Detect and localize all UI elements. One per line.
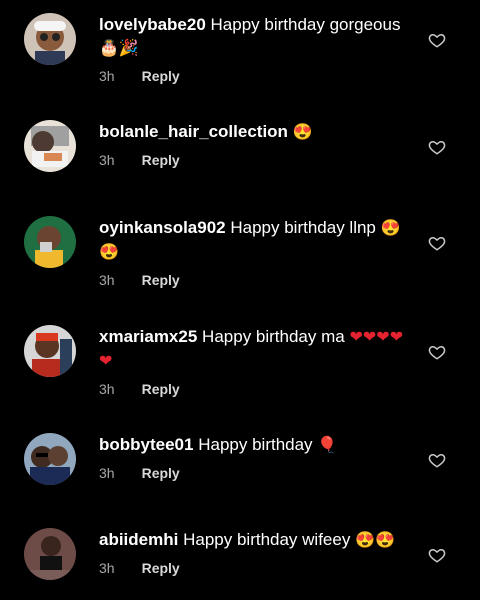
comment-emoji: 🎂🎉	[99, 40, 139, 57]
heart-outline-icon[interactable]	[428, 138, 446, 156]
comment-emoji: 😍	[292, 124, 313, 141]
avatar[interactable]	[24, 13, 76, 65]
heart-outline-icon[interactable]	[428, 343, 446, 361]
comment-text: lovelybabe20 Happy birthday gorgeous 🎂🎉	[99, 13, 404, 60]
comment-username[interactable]: xmariamx25	[99, 327, 197, 346]
comment-meta: 3h Reply	[99, 152, 404, 168]
comment-message: Happy birthday	[198, 435, 313, 454]
comment-username[interactable]: bobbytee01	[99, 435, 193, 454]
reply-button[interactable]: Reply	[142, 381, 180, 397]
avatar[interactable]	[24, 325, 76, 377]
reply-button[interactable]: Reply	[142, 465, 180, 481]
comment-text: oyinkansola902 Happy birthday llnp 😍😍	[99, 216, 404, 264]
avatar[interactable]	[24, 433, 76, 485]
comment-username[interactable]: lovelybabe20	[99, 15, 206, 34]
comment-message: Happy birthday ma	[202, 327, 345, 346]
comment-emoji: 😍😍	[355, 532, 395, 549]
comment-meta: 3h Reply	[99, 272, 404, 288]
avatar[interactable]	[24, 528, 76, 580]
comment-message: Happy birthday llnp	[230, 218, 376, 237]
comment-meta: 3h Reply	[99, 560, 404, 576]
comment-time: 3h	[99, 152, 115, 168]
heart-outline-icon[interactable]	[428, 451, 446, 469]
comment-time: 3h	[99, 68, 115, 84]
comment-meta: 3h Reply	[99, 68, 404, 84]
reply-button[interactable]: Reply	[142, 272, 180, 288]
comment-username[interactable]: bolanle_hair_collection	[99, 122, 288, 141]
comment-emoji: 🎈	[317, 437, 338, 454]
comment-meta: 3h Reply	[99, 381, 404, 397]
avatar[interactable]	[24, 120, 76, 172]
comment-time: 3h	[99, 560, 115, 576]
reply-button[interactable]: Reply	[142, 560, 180, 576]
comment-meta: 3h Reply	[99, 465, 404, 481]
comment-text: abiidemhi Happy birthday wifeey 😍😍	[99, 528, 404, 552]
reply-button[interactable]: Reply	[142, 68, 180, 84]
comment-username[interactable]: abiidemhi	[99, 530, 178, 549]
avatar[interactable]	[24, 216, 76, 268]
comment-time: 3h	[99, 465, 115, 481]
comment-text: xmariamx25 Happy birthday ma ❤❤❤❤❤	[99, 325, 404, 373]
comment-username[interactable]: oyinkansola902	[99, 218, 226, 237]
heart-outline-icon[interactable]	[428, 234, 446, 252]
heart-outline-icon[interactable]	[428, 546, 446, 564]
comment-time: 3h	[99, 381, 115, 397]
heart-outline-icon[interactable]	[428, 31, 446, 49]
comment-message: Happy birthday gorgeous	[210, 15, 401, 34]
comment-message: Happy birthday wifeey	[183, 530, 351, 549]
reply-button[interactable]: Reply	[142, 152, 180, 168]
comment-text: bobbytee01 Happy birthday 🎈	[99, 433, 404, 457]
comment-text: bolanle_hair_collection 😍	[99, 120, 404, 144]
comment-time: 3h	[99, 272, 115, 288]
